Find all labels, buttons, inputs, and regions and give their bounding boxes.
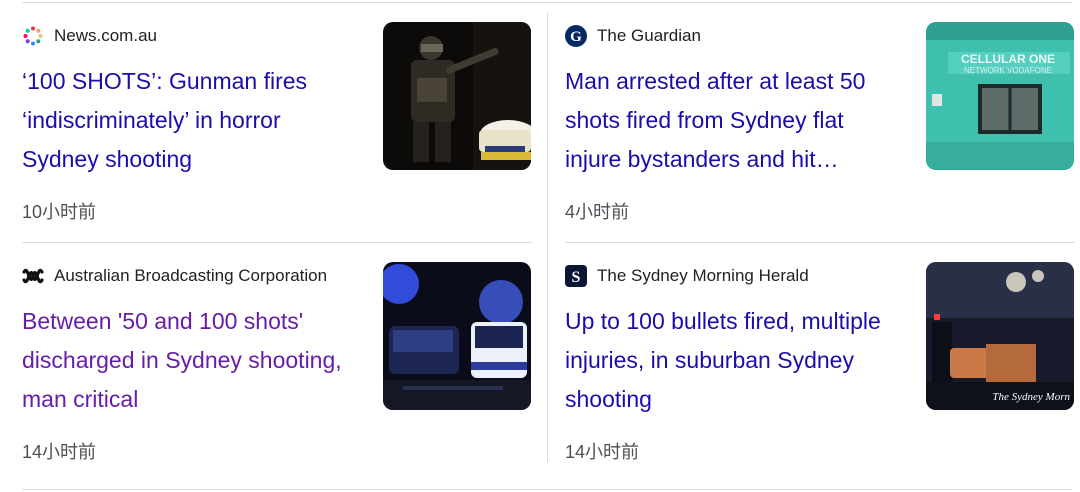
headline-link[interactable]: ‘100 SHOTS’: Gunman fires ‘indiscriminat… bbox=[22, 62, 362, 179]
row-divider-left bbox=[22, 242, 532, 243]
news-source: News.com.au bbox=[22, 24, 157, 48]
newscomau-dots-icon bbox=[22, 25, 44, 47]
source-name: News.com.au bbox=[54, 26, 157, 45]
thumbnail-image[interactable] bbox=[383, 22, 531, 170]
abc-lissajous-icon bbox=[22, 265, 44, 287]
timestamp: 14小时前 bbox=[22, 442, 97, 462]
news-source: S The Sydney Morning Herald bbox=[565, 264, 809, 288]
timestamp: 14小时前 bbox=[565, 442, 640, 462]
thumbnail-image[interactable]: CELLULAR ONE NETWORK VODAFONE bbox=[926, 22, 1074, 170]
svg-text:G: G bbox=[570, 29, 582, 45]
smh-s-icon: S bbox=[565, 265, 587, 287]
news-source: Australian Broadcasting Corporation bbox=[22, 264, 327, 288]
thumbnail-image[interactable]: The Sydney Morn bbox=[926, 262, 1074, 410]
thumbnail-image[interactable] bbox=[383, 262, 531, 410]
thumbnail-watermark: The Sydney Morn bbox=[992, 391, 1070, 403]
thumbnail-sign-subtext: NETWORK VODAFONE bbox=[964, 66, 1052, 75]
news-source: G The Guardian bbox=[565, 24, 701, 48]
source-name: The Sydney Morning Herald bbox=[597, 266, 809, 285]
bottom-divider bbox=[22, 489, 1072, 490]
thumbnail-sign-text: CELLULAR ONE bbox=[961, 52, 1055, 66]
headline-link[interactable]: Between '50 and 100 shots' discharged in… bbox=[22, 302, 362, 419]
svg-text:S: S bbox=[572, 269, 581, 286]
timestamp: 4小时前 bbox=[565, 202, 630, 222]
source-name: Australian Broadcasting Corporation bbox=[54, 266, 328, 285]
source-name: The Guardian bbox=[597, 26, 701, 45]
top-divider bbox=[22, 2, 1072, 3]
headline-link[interactable]: Man arrested after at least 50 shots fir… bbox=[565, 62, 905, 179]
guardian-g-icon: G bbox=[565, 25, 587, 47]
timestamp: 10小时前 bbox=[22, 202, 97, 222]
column-divider bbox=[547, 12, 548, 462]
row-divider-right bbox=[565, 242, 1075, 243]
headline-link[interactable]: Up to 100 bullets fired, multiple injuri… bbox=[565, 302, 905, 419]
